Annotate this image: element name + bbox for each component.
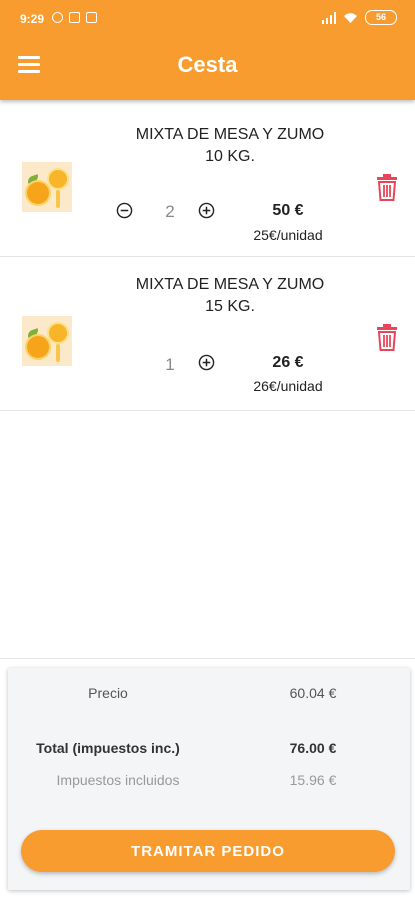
signal-icon [321,11,336,24]
tax-label: Impuestos incluidos [56,772,180,788]
unit-price: 26€/unidad [253,378,323,394]
notification-icons [52,12,97,23]
tax-value: 15.96 € [289,772,337,788]
product-name: MIXTA DE MESA Y ZUMO 10 KG. [135,126,325,165]
price-value: 60.04 € [289,685,337,701]
total-value: 76.00 € [289,740,337,756]
divider [0,658,415,659]
sync-icon [52,12,63,23]
app-bar: 9:29 56 Cesta [0,0,415,100]
minus-circle-icon[interactable] [116,202,133,219]
cart-item: MIXTA DE MESA Y ZUMO 10 KG. 2 50 € 25€/u… [0,104,415,257]
trash-icon[interactable] [376,324,398,351]
unit-price: 25€/unidad [253,227,323,243]
product-image [22,316,72,366]
order-summary: Precio 60.04 € Total (impuestos inc.) 76… [8,668,410,890]
item-price: 26 € [272,354,304,371]
item-price: 50 € [272,202,304,219]
product-image [22,162,72,212]
quantity-value: 2 [165,202,175,221]
notification-icon [69,12,80,23]
cart-item: MIXTA DE MESA Y ZUMO 15 KG. 1 26 € 26€/u… [0,258,415,411]
product-name: MIXTA DE MESA Y ZUMO 15 KG. [135,276,325,315]
calendar-icon [86,12,97,23]
status-time: 9:29 [20,12,45,26]
plus-circle-icon[interactable] [198,354,215,371]
status-bar: 9:29 56 [0,0,415,40]
quantity-value: 1 [165,355,175,374]
trash-icon[interactable] [376,174,398,201]
page-title: Cesta [177,52,238,77]
wifi-icon [344,12,357,23]
price-label: Precio [88,685,128,701]
status-indicators: 56 [321,10,397,25]
battery-icon: 56 [365,10,397,25]
checkout-button[interactable]: TRAMITAR PEDIDO [21,830,395,872]
plus-circle-icon[interactable] [198,202,215,219]
total-label: Total (impuestos inc.) [36,740,180,756]
